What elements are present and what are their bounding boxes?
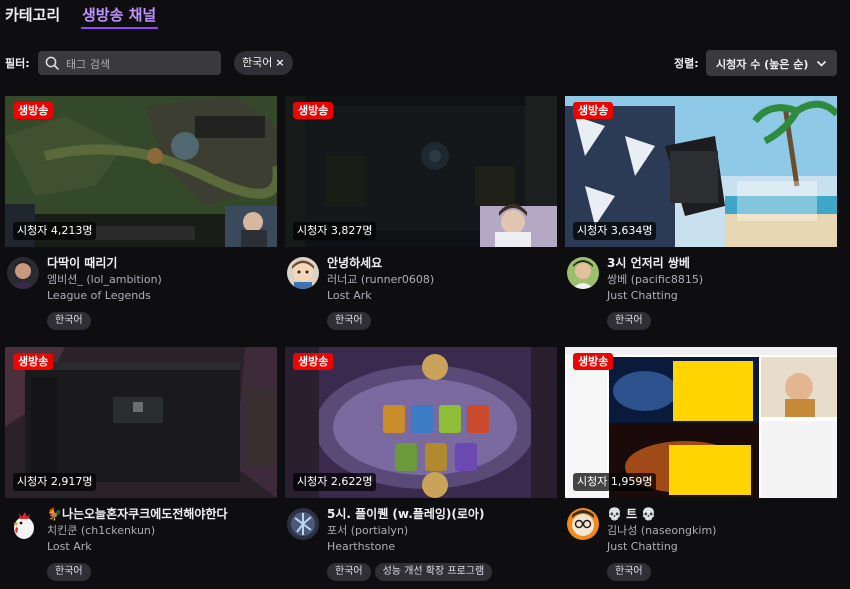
channel-name[interactable]: 김나성 (naseongkim) — [607, 522, 835, 539]
stream-title[interactable]: 다딱이 때리기 — [47, 255, 275, 271]
avatar[interactable] — [287, 508, 319, 540]
game-name[interactable]: Just Chatting — [607, 288, 835, 304]
tag[interactable]: 한국어 — [47, 312, 91, 330]
tag[interactable]: 한국어 — [607, 563, 651, 581]
live-badge: 생방송 — [13, 353, 54, 370]
game-name[interactable]: Lost Ark — [327, 288, 555, 304]
avatar[interactable] — [7, 257, 39, 289]
stream-card[interactable]: 생방송 시청자 2,622명 5시. 플이퀜 (w.플레잉)(로아) 포서 (p… — [285, 347, 557, 587]
game-name[interactable]: League of Legends — [47, 288, 275, 304]
stream-card[interactable]: 생방송 시청자 1,959명 💀 트 💀 김나성 (naseongkim) Ju… — [565, 347, 837, 587]
stream-thumbnail[interactable]: 생방송 시청자 2,917명 — [5, 347, 277, 498]
channel-avatar-image — [287, 257, 319, 289]
channel-avatar-image — [567, 508, 599, 540]
channel-avatar-image — [567, 257, 599, 289]
viewer-count: 시청자 2,622명 — [293, 473, 377, 491]
stream-title[interactable]: 3시 언저리 쌍베 — [607, 255, 835, 271]
viewer-count: 시청자 2,917명 — [13, 473, 97, 491]
stream-thumbnail[interactable]: 생방송 시청자 4,213명 — [5, 96, 277, 247]
channel-name[interactable]: 러너교 (runner0608) — [327, 271, 555, 288]
filter-bar: 필터: 태그 검색 한국어 × 정렬: 시청자 수 (높은 순) — [0, 50, 850, 76]
viewer-count: 시청자 1,959명 — [573, 473, 657, 491]
stream-title[interactable]: 안녕하세요 — [327, 255, 555, 271]
avatar[interactable] — [287, 257, 319, 289]
tag[interactable]: 성능 개선 확장 프로그램 — [374, 563, 493, 581]
live-badge: 생방송 — [293, 353, 334, 370]
sort-value: 시청자 수 (높은 순) — [716, 58, 809, 71]
chevron-down-icon — [816, 60, 827, 67]
stream-title[interactable]: 5시. 플이퀜 (w.플레잉)(로아) — [327, 506, 555, 522]
live-badge: 생방송 — [573, 102, 614, 119]
game-name[interactable]: Hearthstone — [327, 539, 555, 555]
channel-name[interactable]: 치킨쿤 (ch1ckenkun) — [47, 522, 275, 539]
live-badge: 생방송 — [293, 102, 334, 119]
live-badge: 생방송 — [13, 102, 54, 119]
channel-name[interactable]: 엠비션_ (lol_ambition) — [47, 271, 275, 288]
live-badge: 생방송 — [573, 353, 614, 370]
game-name[interactable]: Lost Ark — [47, 539, 275, 555]
tab-live-channels[interactable]: 생방송 채널 — [82, 4, 156, 25]
stream-thumbnail[interactable]: 생방송 시청자 1,959명 — [565, 347, 837, 498]
sort-dropdown[interactable]: 시청자 수 (높은 순) — [706, 50, 837, 76]
viewer-count: 시청자 3,634명 — [573, 222, 657, 240]
channel-name[interactable]: 쌍베 (pacific8815) — [607, 271, 835, 288]
search-placeholder: 태그 검색 — [66, 58, 110, 71]
channel-avatar-image — [7, 508, 39, 540]
stream-card[interactable]: 생방송 시청자 3,634명 3시 언저리 쌍베 쌍베 (pacific8815… — [565, 96, 837, 336]
avatar[interactable] — [7, 508, 39, 540]
channel-name[interactable]: 포서 (portialyn) — [327, 522, 555, 539]
stream-title[interactable]: 💀 트 💀 — [607, 506, 835, 522]
tag[interactable]: 한국어 — [327, 563, 371, 581]
tag[interactable]: 한국어 — [327, 312, 371, 330]
close-icon[interactable]: × — [275, 56, 284, 69]
viewer-count: 시청자 4,213명 — [13, 222, 97, 240]
tag-search-input[interactable]: 태그 검색 — [38, 51, 221, 75]
active-tab-indicator — [81, 27, 158, 29]
active-filter-tag[interactable]: 한국어 × — [234, 51, 293, 75]
filter-label: 필터: — [5, 57, 30, 70]
directory-tabs: 카테고리 생방송 채널 — [0, 0, 850, 34]
stream-card[interactable]: 생방송 시청자 4,213명 다딱이 때리기 엠비션_ (lol_ambitio… — [5, 96, 277, 336]
stream-card[interactable]: 생방송 시청자 3,827명 안녕하세요 러너교 (runner0608) Lo… — [285, 96, 557, 336]
stream-card[interactable]: 생방송 시청자 2,917명 🐓나는오늘혼자쿠크에도전해야한다 치킨쿤 (ch1… — [5, 347, 277, 587]
viewer-count: 시청자 3,827명 — [293, 222, 377, 240]
search-icon — [45, 56, 59, 70]
stream-thumbnail[interactable]: 생방송 시청자 2,622명 — [285, 347, 557, 498]
stream-title[interactable]: 🐓나는오늘혼자쿠크에도전해야한다 — [47, 506, 275, 522]
active-filter-tag-label: 한국어 — [242, 56, 273, 69]
tab-categories[interactable]: 카테고리 — [5, 4, 60, 25]
sort-label: 정렬: — [674, 57, 699, 70]
stream-thumbnail[interactable]: 생방송 시청자 3,827명 — [285, 96, 557, 247]
tag[interactable]: 한국어 — [47, 563, 91, 581]
channel-avatar-image — [287, 508, 319, 540]
tag[interactable]: 한국어 — [607, 312, 651, 330]
channel-avatar-image — [7, 257, 39, 289]
avatar[interactable] — [567, 508, 599, 540]
game-name[interactable]: Just Chatting — [607, 539, 835, 555]
stream-thumbnail[interactable]: 생방송 시청자 3,634명 — [565, 96, 837, 247]
avatar[interactable] — [567, 257, 599, 289]
